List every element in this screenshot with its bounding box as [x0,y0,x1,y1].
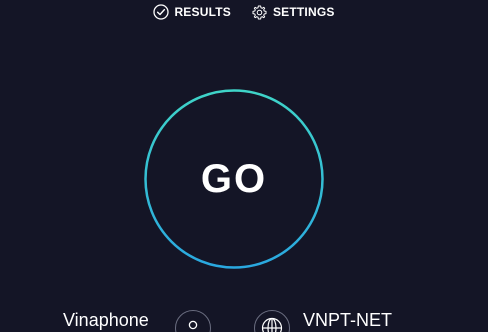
results-nav-button[interactable]: RESULTS [153,4,231,20]
settings-nav-button[interactable]: SETTINGS [251,4,335,21]
user-icon [186,311,200,332]
server-icon-button[interactable] [254,310,290,332]
go-label: GO [200,156,268,201]
go-button[interactable]: GO [144,89,324,269]
check-circle-icon [153,4,170,20]
top-nav: RESULTS SETTINGS [0,3,488,21]
speedtest-page: RESULTS SETTINGS GO Vinaphone VNPT-NET [0,0,488,332]
isp-name: Vinaphone [63,310,149,330]
go-button-container[interactable]: GO [144,89,324,269]
results-label: RESULTS [174,5,231,19]
server-name: VNPT-NET [303,310,393,330]
settings-label: SETTINGS [272,5,335,19]
globe-icon [261,311,283,332]
isp-icon-button[interactable] [175,310,211,332]
gear-icon [251,4,268,21]
